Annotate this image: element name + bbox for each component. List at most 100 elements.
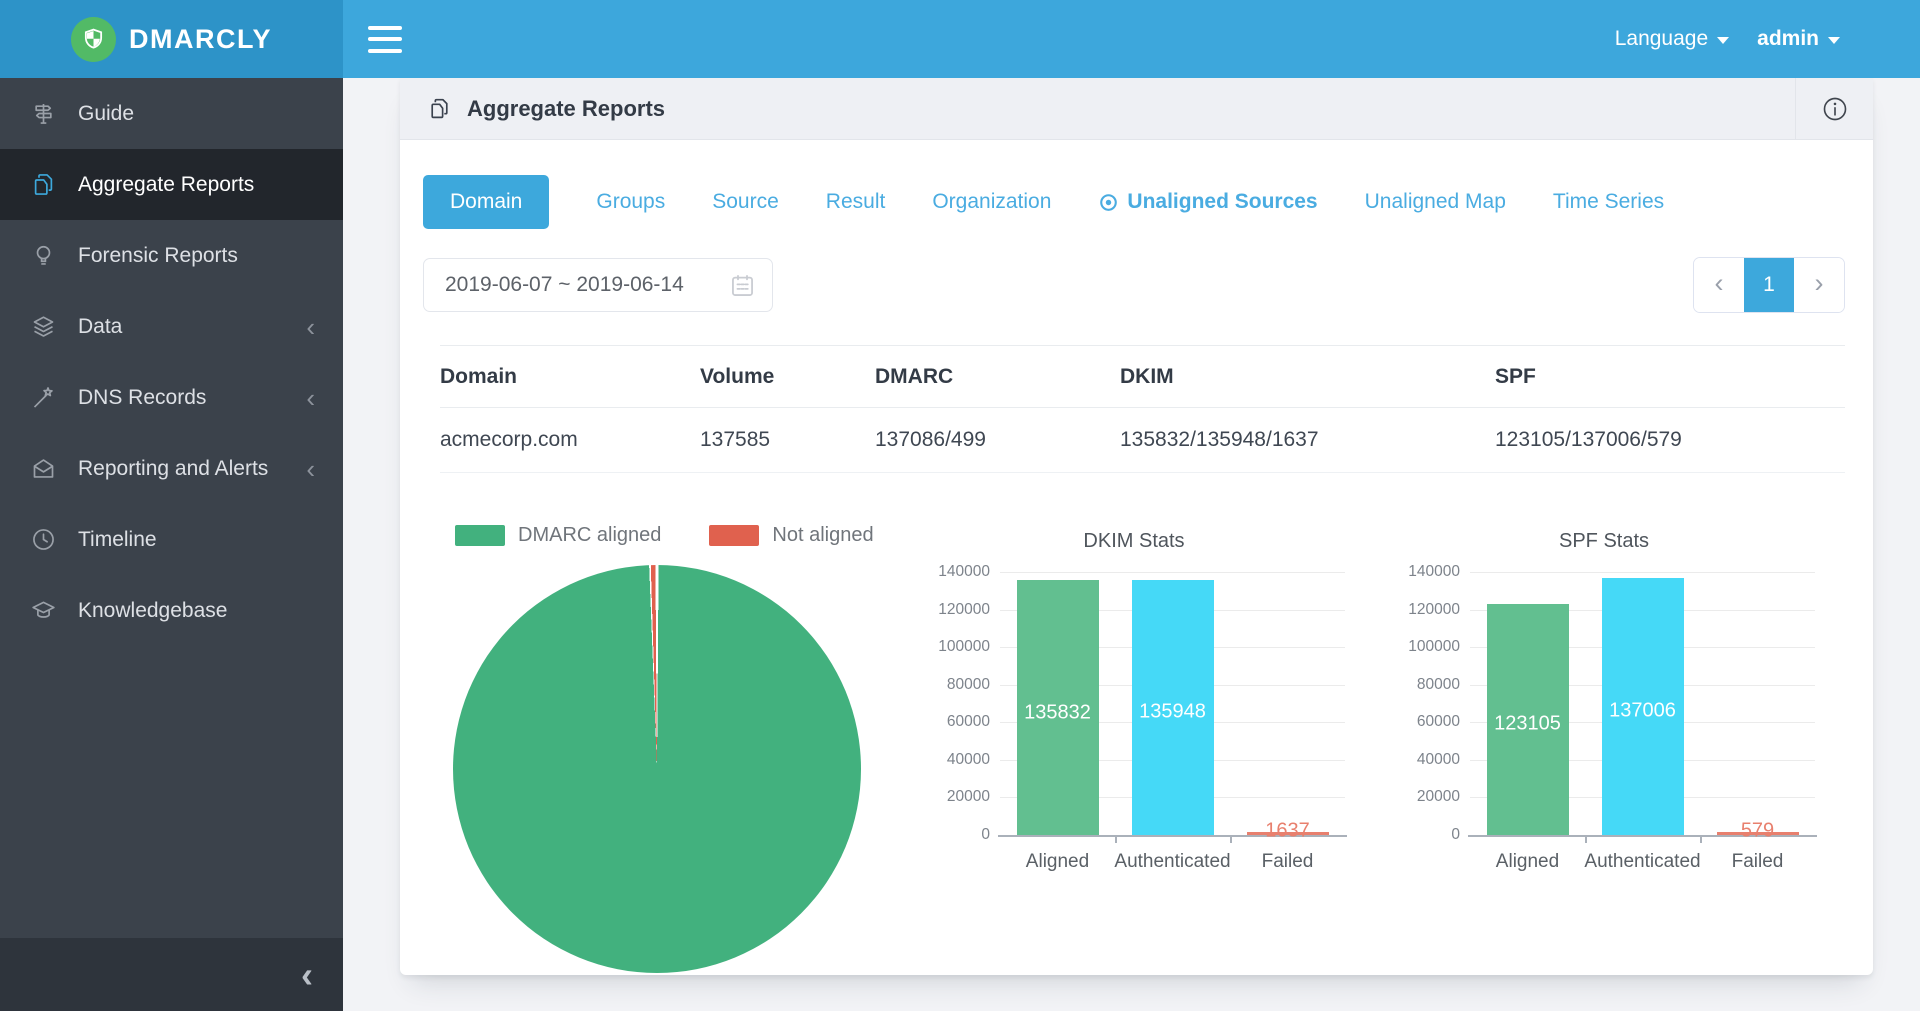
tab-label: Unaligned Map — [1365, 190, 1506, 214]
table-row[interactable]: acmecorp.com137585137086/499135832/13594… — [440, 408, 1845, 473]
tab-organization[interactable]: Organization — [932, 190, 1051, 214]
caret-down-icon — [1717, 37, 1729, 44]
sidebar: Guide Aggregate Reports Forensic Reports Da… — [0, 78, 343, 1011]
signpost-icon — [30, 100, 57, 127]
cell-volume: 137585 — [700, 428, 875, 452]
clock-icon — [30, 526, 57, 553]
reports-icon — [427, 96, 452, 121]
sidebar-item-label: Guide — [78, 102, 134, 126]
column-header-spf: SPF — [1495, 365, 1845, 389]
cell-dkim: 135832/135948/1637 — [1120, 428, 1495, 452]
chevron-left-icon: ‹ — [306, 385, 315, 411]
page-button-1[interactable]: 1 — [1744, 258, 1794, 312]
y-axis-tick-label: 40000 — [1378, 751, 1460, 769]
sidebar-item-reporting-and-alerts[interactable]: Reporting and Alerts‹ — [0, 433, 343, 504]
sidebar-item-dns-records[interactable]: DNS Records‹ — [0, 362, 343, 433]
sidebar-item-timeline[interactable]: Timeline — [0, 504, 343, 575]
tab-unaligned-sources[interactable]: Unaligned Sources — [1098, 190, 1317, 214]
chevron-left-icon: ‹ — [306, 456, 315, 482]
tab-source[interactable]: Source — [712, 190, 779, 214]
legend-item-not-aligned: Not aligned — [709, 524, 873, 547]
column-header-dmarc: DMARC — [875, 365, 1120, 389]
sidebar-footer: ‹ — [0, 938, 343, 1011]
gridline — [1470, 572, 1815, 573]
sidebar-item-label: Knowledgebase — [78, 599, 227, 623]
dkim-stats-chart: DKIM Stats020000400006000080000100000120… — [908, 528, 1360, 888]
tab-label: Time Series — [1553, 190, 1664, 214]
legend-swatch — [709, 525, 759, 546]
sidebar-item-forensic-reports[interactable]: Forensic Reports — [0, 220, 343, 291]
bar-value-label: 137006 — [1609, 700, 1676, 723]
y-axis-tick-label: 140000 — [908, 563, 990, 581]
x-axis-category-label: Authenticated — [1584, 851, 1700, 873]
y-axis-tick-label: 20000 — [908, 788, 990, 806]
tab-domain[interactable]: Domain — [423, 175, 549, 229]
bar-value-label: 135832 — [1024, 701, 1091, 724]
previous-page-button[interactable]: ‹ — [1694, 258, 1744, 312]
bar-value-label: 135948 — [1139, 701, 1206, 724]
hamburger-menu-icon[interactable] — [368, 26, 402, 53]
tab-label: Organization — [932, 190, 1051, 214]
column-header-dkim: DKIM — [1120, 365, 1495, 389]
mail-icon — [30, 455, 57, 482]
column-header-volume: Volume — [700, 365, 875, 389]
column-header-domain: Domain — [440, 365, 700, 389]
reports-icon — [30, 171, 57, 198]
y-axis-tick-label: 80000 — [1378, 676, 1460, 694]
domains-table: DomainVolumeDMARCDKIMSPF acmecorp.com1375… — [440, 345, 1845, 473]
shield-logo-icon — [71, 17, 116, 62]
cell-spf: 123105/137006/579 — [1495, 428, 1845, 452]
language-label: Language — [1615, 27, 1708, 51]
sidebar-item-label: Data — [78, 315, 122, 339]
user-label: admin — [1757, 27, 1819, 51]
tab-groups[interactable]: Groups — [596, 190, 665, 214]
x-axis-tick — [1700, 835, 1702, 843]
sidebar-item-aggregate-reports[interactable]: Aggregate Reports — [0, 149, 343, 220]
tab-unaligned-map[interactable]: Unaligned Map — [1365, 190, 1506, 214]
bar-value-label: 579 — [1741, 820, 1774, 843]
cell-domain: acmecorp.com — [440, 428, 700, 452]
brand-logo[interactable]: DMARCLY — [0, 0, 343, 78]
aggregate-reports-card: Aggregate Reports Domain Groups Source Resu… — [400, 78, 1873, 975]
tab-label: Groups — [596, 190, 665, 214]
sidebar-item-label: Timeline — [78, 528, 157, 552]
x-axis-category-label: Failed — [1732, 851, 1784, 873]
y-axis-tick-label: 0 — [1378, 826, 1460, 844]
y-axis-tick-label: 100000 — [908, 638, 990, 656]
chart-title: SPF Stats — [1378, 530, 1830, 553]
calendar-icon — [729, 272, 756, 299]
x-axis-category-label: Aligned — [1026, 851, 1089, 873]
tab-label: Unaligned Sources — [1127, 190, 1317, 214]
spf-stats-chart: SPF Stats0200004000060000800001000001200… — [1378, 528, 1830, 888]
x-axis-tick — [1585, 835, 1587, 843]
bar-value-label: 1637 — [1265, 820, 1310, 843]
x-axis-category-label: Failed — [1262, 851, 1314, 873]
info-button[interactable] — [1795, 78, 1873, 140]
lightbulb-icon — [30, 242, 57, 269]
caret-down-icon — [1828, 37, 1840, 44]
y-axis-tick-label: 100000 — [1378, 638, 1460, 656]
user-menu[interactable]: admin — [1757, 27, 1840, 51]
y-axis-tick-label: 80000 — [908, 676, 990, 694]
sidebar-item-data[interactable]: Data‹ — [0, 291, 343, 362]
sidebar-item-label: Aggregate Reports — [78, 173, 254, 197]
sidebar-item-knowledgebase[interactable]: Knowledgebase — [0, 575, 343, 646]
next-page-button[interactable]: › — [1794, 258, 1844, 312]
brand-name: DMARCLY — [129, 24, 272, 55]
bar-value-label: 123105 — [1494, 712, 1561, 735]
card-header: Aggregate Reports — [400, 78, 1873, 140]
sidebar-item-label: Forensic Reports — [78, 244, 238, 268]
tabs: Domain Groups Source Result Organization Unal… — [423, 175, 1664, 229]
dmarc-pie-chart — [453, 565, 861, 973]
language-menu[interactable]: Language — [1615, 27, 1729, 51]
tab-time-series[interactable]: Time Series — [1553, 190, 1664, 214]
collapse-sidebar-icon[interactable]: ‹ — [301, 957, 313, 993]
cell-dmarc: 137086/499 — [875, 428, 1120, 452]
sidebar-menu: Guide Aggregate Reports Forensic Reports Da… — [0, 78, 343, 646]
sidebar-item-guide[interactable]: Guide — [0, 78, 343, 149]
tab-result[interactable]: Result — [826, 190, 886, 214]
tab-label: Domain — [450, 190, 522, 214]
y-axis-tick-label: 60000 — [908, 713, 990, 731]
date-range-input[interactable]: 2019-06-07 ~ 2019-06-14 — [423, 258, 773, 312]
tab-label: Source — [712, 190, 779, 214]
